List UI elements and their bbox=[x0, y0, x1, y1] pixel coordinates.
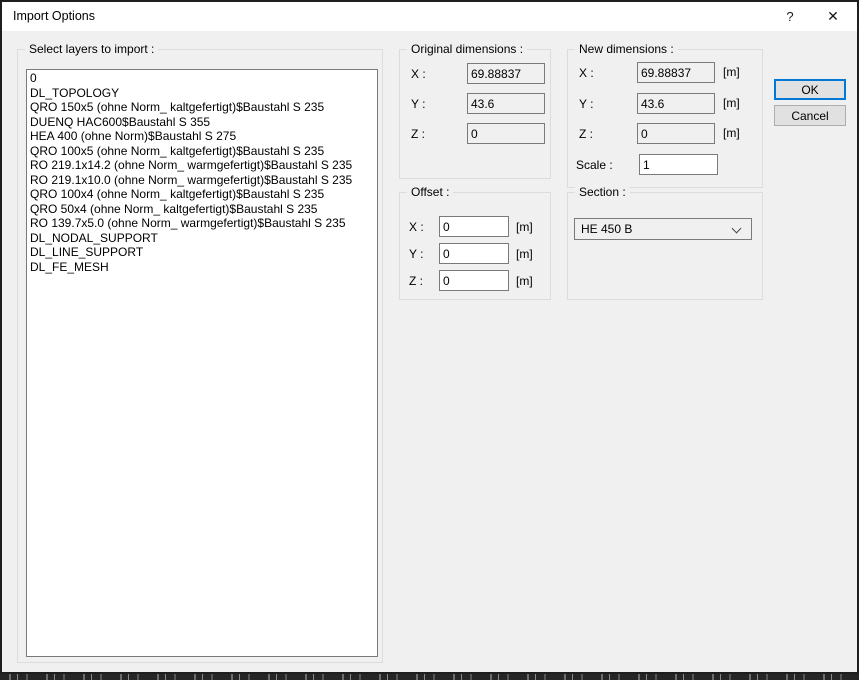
list-item[interactable]: QRO 100x4 (ohne Norm_ kaltgefertigt)$Bau… bbox=[30, 187, 377, 202]
close-icon[interactable]: ✕ bbox=[817, 2, 849, 31]
original-dimensions-label: Original dimensions : bbox=[407, 42, 527, 56]
original-x-field[interactable] bbox=[467, 63, 545, 84]
select-layers-group: Select layers to import : 0 DL_TOPOLOGY … bbox=[17, 49, 383, 663]
original-dimensions-group: Original dimensions : X : Y : Z : bbox=[399, 49, 551, 179]
scale-label: Scale : bbox=[576, 158, 613, 172]
list-item[interactable]: HEA 400 (ohne Norm)$Baustahl S 275 bbox=[30, 129, 377, 144]
list-item[interactable]: QRO 100x5 (ohne Norm_ kaltgefertigt)$Bau… bbox=[30, 144, 377, 159]
offset-group: Offset : X : [m] Y : [m] Z : [m] bbox=[399, 192, 551, 300]
section-selected-value: HE 450 B bbox=[581, 222, 632, 236]
original-z-label: Z : bbox=[411, 127, 425, 141]
section-label: Section : bbox=[575, 185, 630, 199]
offset-y-unit: [m] bbox=[516, 247, 533, 261]
original-x-label: X : bbox=[411, 67, 426, 81]
list-item[interactable]: RO 139.7x5.0 (ohne Norm_ warmgefertigt)$… bbox=[30, 216, 377, 231]
list-item[interactable]: DUENQ HAC600$Baustahl S 355 bbox=[30, 115, 377, 130]
layers-listbox[interactable]: 0 DL_TOPOLOGY QRO 150x5 (ohne Norm_ kalt… bbox=[26, 69, 378, 657]
new-z-unit: [m] bbox=[723, 126, 740, 140]
new-z-label: Z : bbox=[579, 127, 593, 141]
list-item[interactable]: RO 219.1x10.0 (ohne Norm_ warmgefertigt)… bbox=[30, 173, 377, 188]
new-y-unit: [m] bbox=[723, 96, 740, 110]
new-x-label: X : bbox=[579, 66, 594, 80]
list-item[interactable]: QRO 50x4 (ohne Norm_ kaltgefertigt)$Baus… bbox=[30, 202, 377, 217]
section-combobox[interactable]: HE 450 B bbox=[574, 218, 752, 240]
new-z-field[interactable] bbox=[637, 123, 715, 144]
offset-y-label: Y : bbox=[409, 247, 423, 261]
original-z-field[interactable] bbox=[467, 123, 545, 144]
list-item[interactable]: DL_FE_MESH bbox=[30, 260, 377, 275]
section-group: Section : HE 450 B bbox=[567, 192, 763, 300]
new-dimensions-group: New dimensions : X : [m] Y : [m] Z : [m]… bbox=[567, 49, 763, 188]
offset-z-field[interactable] bbox=[439, 270, 509, 291]
help-icon[interactable]: ? bbox=[774, 2, 806, 31]
list-item[interactable]: DL_LINE_SUPPORT bbox=[30, 245, 377, 260]
titlebar: Import Options ? ✕ bbox=[2, 2, 857, 31]
offset-x-label: X : bbox=[409, 220, 424, 234]
original-y-field[interactable] bbox=[467, 93, 545, 114]
new-y-field[interactable] bbox=[637, 93, 715, 114]
offset-label: Offset : bbox=[407, 185, 453, 199]
ok-button[interactable]: OK bbox=[774, 79, 846, 100]
cancel-button[interactable]: Cancel bbox=[774, 105, 846, 126]
list-item[interactable]: 0 bbox=[30, 71, 377, 86]
background-app-edge bbox=[0, 674, 859, 680]
dialog-title: Import Options bbox=[13, 9, 95, 23]
dialog-import-options: Import Options ? ✕ Select layers to impo… bbox=[0, 0, 859, 674]
list-item[interactable]: QRO 150x5 (ohne Norm_ kaltgefertigt)$Bau… bbox=[30, 100, 377, 115]
list-item[interactable]: RO 219.1x14.2 (ohne Norm_ warmgefertigt)… bbox=[30, 158, 377, 173]
offset-z-unit: [m] bbox=[516, 274, 533, 288]
select-layers-label: Select layers to import : bbox=[25, 42, 158, 56]
list-item[interactable]: DL_TOPOLOGY bbox=[30, 86, 377, 101]
chevron-down-icon bbox=[732, 224, 742, 234]
new-y-label: Y : bbox=[579, 97, 593, 111]
new-x-unit: [m] bbox=[723, 65, 740, 79]
scale-field[interactable] bbox=[639, 154, 718, 175]
offset-x-field[interactable] bbox=[439, 216, 509, 237]
original-y-label: Y : bbox=[411, 97, 425, 111]
offset-x-unit: [m] bbox=[516, 220, 533, 234]
list-item[interactable]: DL_NODAL_SUPPORT bbox=[30, 231, 377, 246]
new-dimensions-label: New dimensions : bbox=[575, 42, 678, 56]
new-x-field[interactable] bbox=[637, 62, 715, 83]
offset-z-label: Z : bbox=[409, 274, 423, 288]
dialog-body: Select layers to import : 0 DL_TOPOLOGY … bbox=[2, 31, 857, 672]
offset-y-field[interactable] bbox=[439, 243, 509, 264]
